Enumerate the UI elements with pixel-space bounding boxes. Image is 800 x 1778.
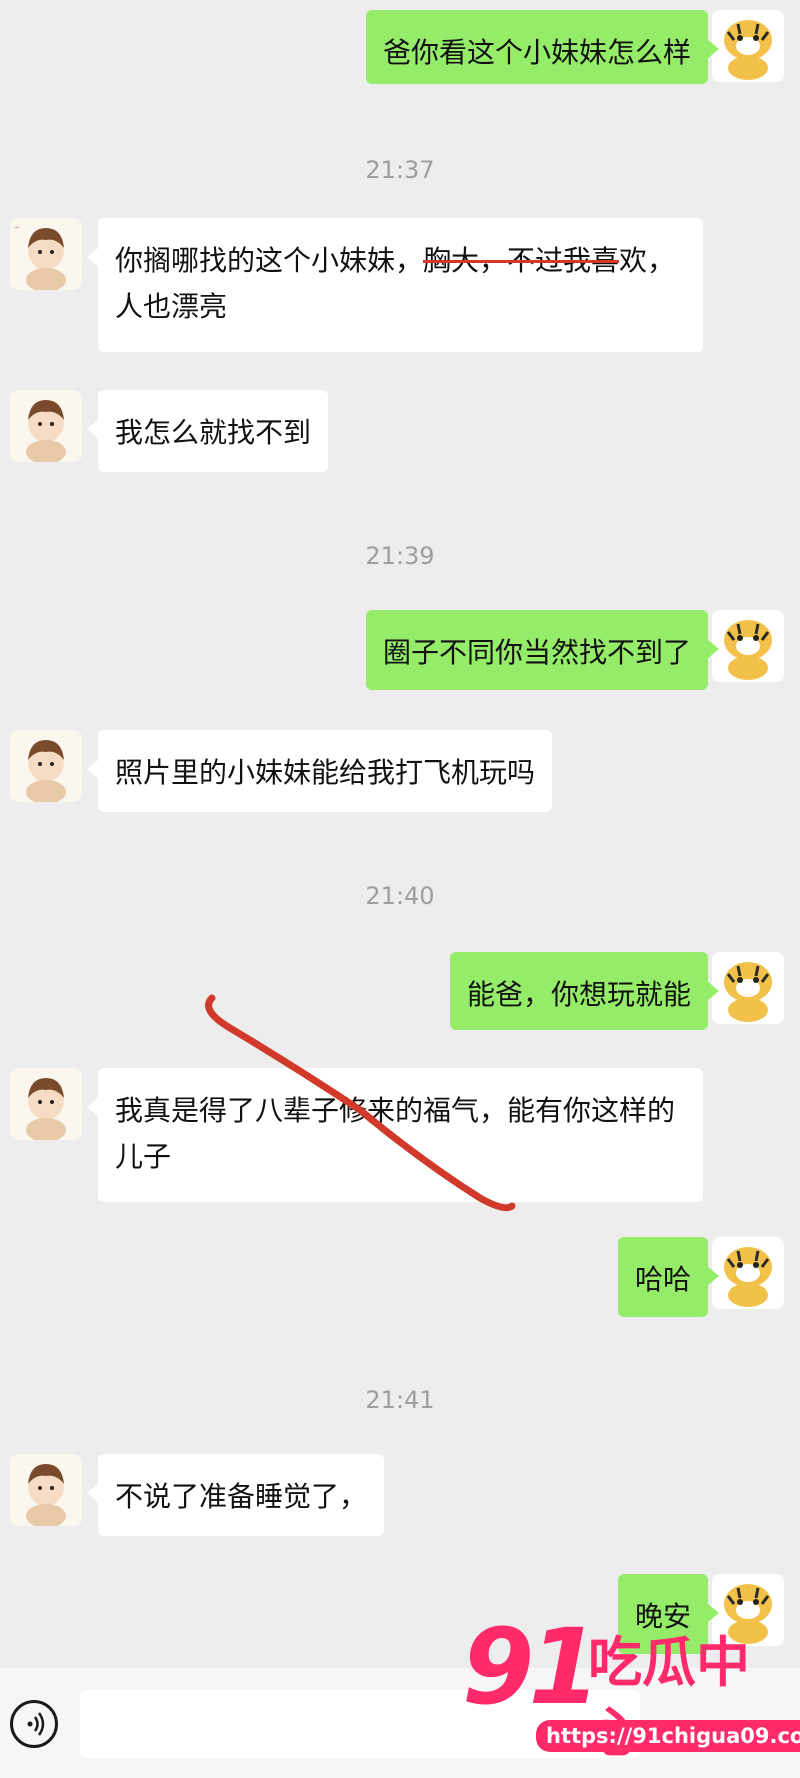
message-bubble-received[interactable]: 我怎么就找不到 [86,390,329,472]
message-text: 圈子不同你当然找不到了 [382,636,691,669]
voice-icon[interactable] [10,1700,58,1748]
message-text: 我真是得了八辈子修来的福气，能有你这样的儿子 [115,1094,676,1173]
tiger-avatar-icon[interactable] [712,610,784,682]
tiger-avatar-icon[interactable] [712,952,784,1024]
message-text: 照片里的小妹妹能给我打飞机玩吗 [115,756,536,789]
timestamp: 21:37 [365,156,435,184]
message-bubble-sent[interactable]: 哈哈 [617,1237,720,1317]
tiger-avatar-icon[interactable] [712,10,784,82]
message-bubble-received[interactable]: 照片里的小妹妹能给我打飞机玩吗 [86,730,553,812]
message-text: 我怎么就找不到 [115,416,312,449]
timestamp: 21:39 [365,542,435,570]
message-text: 能爸，你想玩就能 [466,978,691,1011]
tiger-avatar-icon[interactable] [712,1237,784,1309]
svg-text:~: ~ [14,224,20,232]
watermark-logo: 91 吃瓜中心 https://91chigua09.com [462,1612,800,1778]
message-text: 爸你看这个小妹妹怎么样 [382,36,691,69]
struck-text: 胸大，不过我喜 [423,244,620,277]
message-bubble-received[interactable]: 不说了准备睡觉了， [86,1454,385,1536]
boy-avatar-icon[interactable] [10,390,82,462]
message-bubble-sent[interactable]: 爸你看这个小妹妹怎么样 [365,10,720,84]
message-text: 哈哈 [634,1263,691,1296]
message-text: 你搁哪找的这个小妹妹， [115,244,424,277]
message-text: 不说了准备睡觉了， [115,1480,368,1513]
boy-avatar-icon[interactable]: ~ [10,218,82,290]
message-bubble-received[interactable]: 你搁哪找的这个小妹妹，胸大，不过我喜欢，人也漂亮 [87,218,703,352]
timestamp: 21:40 [365,882,435,910]
timestamp: 21:41 [365,1386,435,1414]
message-bubble-sent[interactable]: 圈子不同你当然找不到了 [365,610,720,690]
watermark-number: 91 [462,1606,601,1728]
message-bubble-sent[interactable]: 能爸，你想玩就能 [449,952,720,1030]
message-bubble-received[interactable]: 我真是得了八辈子修来的福气，能有你这样的儿子 [87,1068,703,1202]
watermark-url: https://91chigua09.com [536,1720,800,1752]
boy-avatar-icon[interactable] [10,1454,82,1526]
boy-avatar-icon[interactable] [10,730,82,802]
boy-avatar-icon[interactable] [10,1068,82,1140]
